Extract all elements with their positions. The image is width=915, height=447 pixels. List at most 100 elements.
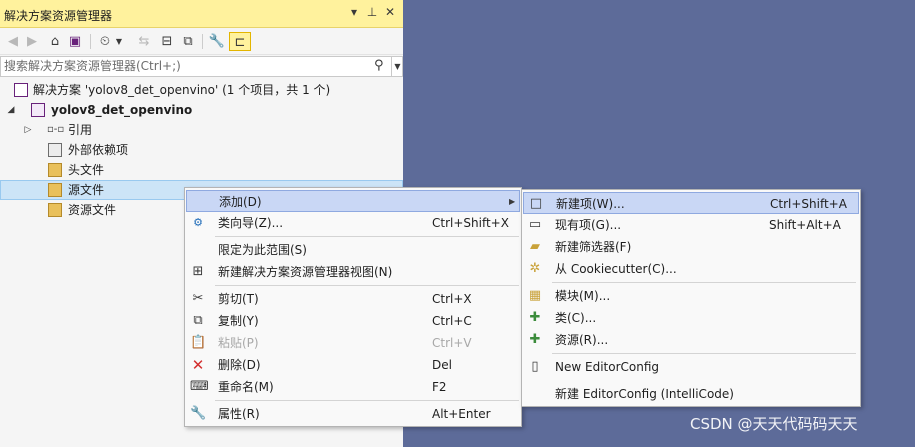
- submenu-item-cookiecutter[interactable]: ✲ 从 Cookiecutter(C)...: [523, 258, 859, 280]
- home-icon[interactable]: ⌂: [46, 32, 64, 51]
- menu-item-shortcut: Del: [432, 358, 452, 372]
- menu-item-label: 类(C)...: [555, 311, 597, 325]
- menu-item-label: 从 Cookiecutter(C)...: [555, 262, 677, 276]
- cookiecutter-icon: ✲: [529, 261, 541, 276]
- panel-title-bar: 解决方案资源管理器 ▾ ⊥ ✕: [0, 0, 403, 28]
- cut-icon: ✂: [192, 291, 204, 306]
- tree-item-label: 引用: [68, 123, 93, 137]
- new-filter-icon: ▰: [530, 239, 540, 254]
- tree-item-label: 源文件: [68, 183, 105, 197]
- menu-item-cut[interactable]: ✂ 剪切(T) Ctrl+X: [186, 288, 520, 310]
- search-icon[interactable]: ⚲: [374, 58, 384, 73]
- submenu-item-existing-item[interactable]: ▭ 现有项(G)... Shift+Alt+A: [523, 214, 859, 236]
- references-icon: ▫-▫: [47, 124, 65, 135]
- resource-icon: ✚: [529, 332, 541, 347]
- menu-separator: [215, 236, 519, 237]
- menu-item-shortcut: Ctrl+X: [432, 292, 472, 306]
- menu-item-label: 删除(D): [218, 358, 261, 372]
- menu-item-shortcut: Alt+Enter: [432, 407, 491, 421]
- panel-toolbar: ◀ ▶ ⌂ ▣ ⏲ ▼ ⇆ ⊟ ⧉ 🔧 ⊏: [0, 28, 403, 55]
- menu-item-new-view[interactable]: ⊞ 新建解决方案资源管理器视图(N): [186, 261, 520, 283]
- history-icon[interactable]: ⏲: [97, 32, 113, 51]
- project-label: yolov8_det_openvino: [51, 103, 193, 117]
- switch-views-icon[interactable]: ▣: [66, 32, 84, 51]
- menu-item-class-wizard[interactable]: ⚙ 类向导(Z)... Ctrl+Shift+X: [186, 212, 520, 234]
- module-icon: ▦: [528, 288, 542, 303]
- submenu-item-module[interactable]: ▦ 模块(M)...: [523, 285, 859, 307]
- submenu-item-class[interactable]: ✚ 类(C)...: [523, 307, 859, 329]
- menu-item-shortcut: Ctrl+V: [432, 336, 472, 350]
- properties-icon: 🔧: [190, 406, 207, 421]
- paste-icon: 📋: [190, 335, 207, 350]
- menu-item-scope-to-this[interactable]: 限定为此范围(S): [186, 239, 520, 261]
- menu-separator: [552, 282, 856, 283]
- copy-icon: ⧉: [193, 313, 203, 328]
- menu-item-label: 属性(R): [218, 407, 260, 421]
- menu-item-label: 限定为此范围(S): [218, 243, 307, 257]
- new-view-icon: ⊞: [192, 264, 204, 279]
- tree-item-label: 头文件: [68, 163, 105, 177]
- context-menu: 添加(D) ▶ ⚙ 类向导(Z)... Ctrl+Shift+X 限定为此范围(…: [184, 187, 522, 427]
- menu-item-rename[interactable]: ⌨ 重命名(M) F2: [186, 376, 520, 398]
- external-dependencies-icon: [48, 143, 62, 157]
- tree-item-label: 资源文件: [68, 203, 117, 217]
- pin-icon[interactable]: ⊥: [364, 5, 380, 19]
- forward-icon[interactable]: ▶: [24, 32, 40, 51]
- submenu-item-new-filter[interactable]: ▰ 新建筛选器(F): [523, 236, 859, 258]
- window-position-dropdown-icon[interactable]: ▾: [346, 5, 362, 19]
- menu-item-label: 新建解决方案资源管理器视图(N): [218, 265, 393, 279]
- menu-separator: [215, 400, 519, 401]
- class-icon: ✚: [529, 310, 541, 325]
- menu-item-shortcut: Ctrl+Shift+A: [770, 197, 847, 211]
- menu-item-label: 重命名(M): [218, 380, 274, 394]
- menu-item-label: 添加(D): [219, 195, 262, 209]
- submenu-item-resource[interactable]: ✚ 资源(R)...: [523, 329, 859, 351]
- menu-separator: [215, 285, 519, 286]
- toolbar-separator: [90, 34, 91, 49]
- tree-item-external-dependencies[interactable]: 外部依赖项: [0, 140, 403, 160]
- tree-item-references[interactable]: ▷ ▫-▫ 引用: [0, 120, 403, 140]
- collapse-all-icon[interactable]: ⊟: [158, 32, 176, 51]
- close-icon[interactable]: ✕: [382, 5, 398, 19]
- tree-item-header-files[interactable]: 头文件: [0, 160, 403, 180]
- menu-item-label: New EditorConfig: [555, 360, 660, 374]
- rename-icon: ⌨: [190, 379, 209, 394]
- menu-item-label: 现有项(G)...: [555, 218, 622, 232]
- tree-project-node[interactable]: ◢ yolov8_det_openvino: [0, 100, 403, 120]
- submenu-arrow-icon: ▶: [509, 197, 516, 206]
- file-icon: ▯: [531, 359, 539, 374]
- submenu-item-new-editorconfig-intellicode[interactable]: 新建 EditorConfig (IntelliCode): [523, 383, 859, 405]
- solution-label: 解决方案 'yolov8_det_openvino' (1 个项目，共 1 个): [33, 83, 331, 97]
- menu-item-shortcut: Ctrl+C: [432, 314, 472, 328]
- sync-icon[interactable]: ⇆: [135, 32, 153, 51]
- menu-item-copy[interactable]: ⧉ 复制(Y) Ctrl+C: [186, 310, 520, 332]
- toolbar-separator: [202, 34, 203, 49]
- menu-item-paste[interactable]: 📋 粘贴(P) Ctrl+V: [186, 332, 520, 354]
- menu-item-shortcut: Ctrl+Shift+X: [432, 216, 509, 230]
- menu-item-properties[interactable]: 🔧 属性(R) Alt+Enter: [186, 403, 520, 425]
- properties-wrench-icon[interactable]: 🔧: [208, 32, 226, 51]
- tree-solution-node[interactable]: 解决方案 'yolov8_det_openvino' (1 个项目，共 1 个): [0, 80, 403, 100]
- show-all-files-icon[interactable]: ⧉: [179, 32, 197, 51]
- menu-item-label: 粘贴(P): [218, 336, 259, 350]
- solution-icon: [14, 83, 28, 97]
- menu-item-label: 资源(R)...: [555, 333, 609, 347]
- menu-item-label: 新建项(W)...: [556, 197, 625, 211]
- menu-item-add[interactable]: 添加(D) ▶: [186, 190, 520, 212]
- menu-item-delete[interactable]: ✕ 删除(D) Del: [186, 354, 520, 376]
- menu-item-shortcut: F2: [432, 380, 447, 394]
- collapsed-arrow-icon[interactable]: ▷: [22, 120, 34, 140]
- preview-icon[interactable]: ⊏: [229, 32, 251, 51]
- expanded-arrow-icon[interactable]: ◢: [5, 100, 17, 120]
- menu-item-label: 类向导(Z)...: [218, 216, 284, 230]
- search-input[interactable]: [4, 59, 364, 73]
- search-box[interactable]: ⚲ ▼: [0, 56, 403, 77]
- watermark: CSDN @天天代码码天天: [690, 415, 858, 433]
- search-options-dropdown-icon[interactable]: ▼: [391, 57, 403, 76]
- add-submenu: □ 新建项(W)... Ctrl+Shift+A ▭ 现有项(G)... Shi…: [521, 189, 861, 407]
- submenu-item-new-editorconfig[interactable]: ▯ New EditorConfig: [523, 356, 859, 378]
- dropdown-icon[interactable]: ▼: [114, 32, 124, 51]
- menu-item-label: 模块(M)...: [555, 289, 611, 303]
- submenu-item-new-item[interactable]: □ 新建项(W)... Ctrl+Shift+A: [523, 192, 859, 214]
- back-icon[interactable]: ◀: [5, 32, 21, 51]
